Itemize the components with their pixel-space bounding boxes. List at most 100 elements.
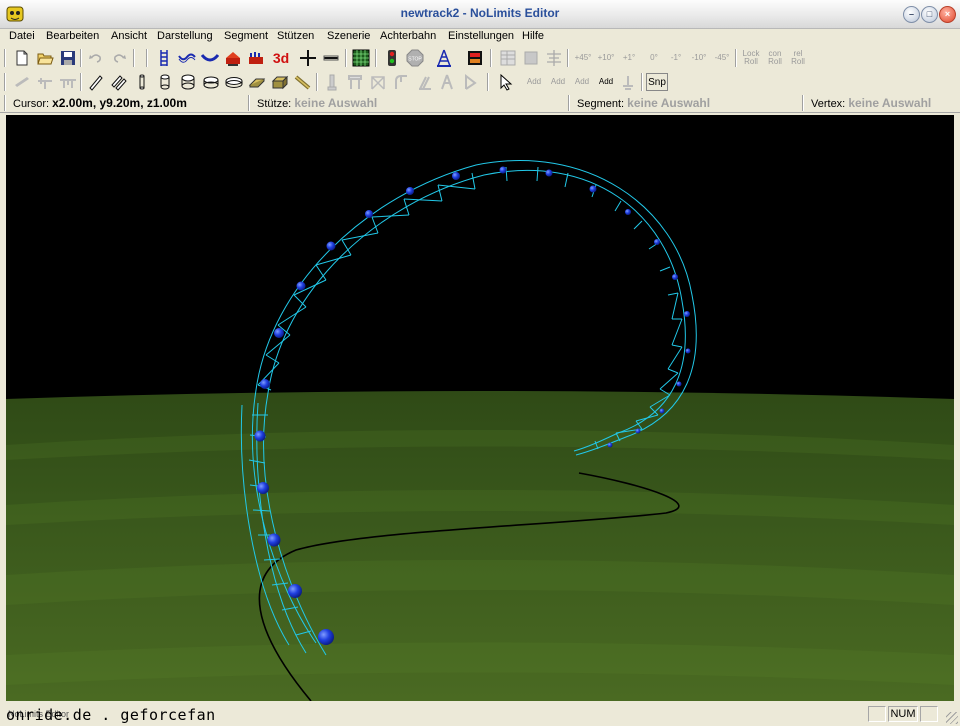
ground-anchor-button[interactable]	[618, 72, 638, 92]
track-scene[interactable]	[6, 115, 954, 701]
flat-disc-button[interactable]	[224, 72, 244, 92]
track-node[interactable]	[274, 328, 284, 338]
pillar-button[interactable]	[322, 72, 342, 92]
track-node[interactable]	[326, 241, 336, 251]
roll-zero-button[interactable]: 0°	[642, 48, 666, 68]
add-node-button-2[interactable]: Add	[546, 72, 570, 92]
track-node[interactable]	[406, 187, 414, 195]
track-node[interactable]	[659, 408, 665, 414]
roll-plus45-button[interactable]: +45°	[571, 48, 595, 68]
track-node[interactable]	[365, 210, 373, 218]
menu-einstellungen[interactable]: Einstellungen	[447, 30, 515, 42]
snap-toggle-button[interactable]: Snp	[646, 73, 668, 91]
track-node[interactable]	[672, 274, 678, 280]
roll-plus10-button[interactable]: +10°	[594, 48, 618, 68]
track-node[interactable]	[545, 169, 553, 177]
menu-hilfe[interactable]: Hilfe	[521, 30, 545, 42]
view-3d-button[interactable]: 3d	[270, 48, 292, 68]
track-node[interactable]	[684, 311, 690, 317]
track-straight-button[interactable]	[154, 48, 174, 68]
menu-stuetzen[interactable]: Stützen	[276, 30, 315, 42]
stop-button[interactable]: STOP	[405, 48, 425, 68]
pencil-button[interactable]	[86, 72, 106, 92]
add-node-button-3[interactable]: Add	[570, 72, 594, 92]
plate-button[interactable]	[247, 72, 267, 92]
menu-bearbeiten[interactable]: Bearbeiten	[45, 30, 100, 42]
save-button[interactable]	[58, 48, 78, 68]
a-frame-button[interactable]	[437, 72, 457, 92]
support-tool-2-button[interactable]	[35, 72, 55, 92]
wide-tube-button[interactable]	[178, 72, 198, 92]
menu-achterbahn[interactable]: Achterbahn	[379, 30, 437, 42]
roll-plus1-button[interactable]: +1°	[617, 48, 641, 68]
arch-button[interactable]	[368, 72, 388, 92]
add-node-button-1[interactable]: Add	[522, 72, 546, 92]
a-frame-icon	[441, 74, 453, 90]
track-node[interactable]	[685, 348, 691, 354]
track-wave-button[interactable]	[177, 48, 197, 68]
roll-minus10-button[interactable]: -10°	[687, 48, 711, 68]
track-node[interactable]	[254, 430, 266, 442]
con-roll-button[interactable]: con Roll	[763, 48, 787, 68]
track-node[interactable]	[676, 381, 682, 387]
resize-grip[interactable]	[946, 712, 958, 724]
bent-support-button[interactable]	[391, 72, 411, 92]
track-node[interactable]	[499, 166, 507, 174]
track-node[interactable]	[452, 172, 460, 180]
add-node-button-4[interactable]: Add	[594, 72, 618, 92]
track-valley-button[interactable]	[200, 48, 220, 68]
track-node[interactable]	[296, 281, 306, 291]
properties-button[interactable]	[498, 48, 518, 68]
disc-button[interactable]	[201, 72, 221, 92]
lock-roll-button[interactable]: Lock Roll	[739, 48, 763, 68]
scenery-object-button[interactable]	[465, 48, 485, 68]
close-button[interactable]: ×	[939, 6, 956, 23]
block-brake-button[interactable]	[382, 48, 402, 68]
track-node[interactable]	[260, 379, 270, 389]
track-node[interactable]	[318, 629, 334, 645]
station-button[interactable]	[223, 48, 243, 68]
rail-button[interactable]	[293, 72, 313, 92]
open-file-button[interactable]	[35, 48, 55, 68]
transfer-button[interactable]	[246, 48, 266, 68]
roll-minus45-button[interactable]: -45°	[710, 48, 734, 68]
track-node[interactable]	[288, 584, 302, 598]
twin-pillar-button[interactable]	[345, 72, 365, 92]
lean-support-button[interactable]	[414, 72, 434, 92]
select-pointer-button[interactable]	[496, 72, 516, 92]
align-button[interactable]	[544, 48, 564, 68]
3d-viewport[interactable]	[6, 115, 954, 701]
support-tool-1-button[interactable]	[12, 72, 32, 92]
half-arch-button[interactable]	[460, 72, 480, 92]
title-bar[interactable]: newtrack2 - NoLimits Editor – □ ×	[0, 0, 960, 29]
grid-toggle-button[interactable]	[351, 48, 371, 68]
menu-datei[interactable]: Datei	[8, 30, 36, 42]
undo-button[interactable]	[86, 48, 106, 68]
remove-vertex-button[interactable]	[321, 48, 341, 68]
track-node[interactable]	[257, 482, 269, 494]
redo-button[interactable]	[109, 48, 129, 68]
maximize-button[interactable]: □	[921, 6, 938, 23]
menu-ansicht[interactable]: Ansicht	[110, 30, 148, 42]
menu-darstellung[interactable]: Darstellung	[156, 30, 214, 42]
minimize-button[interactable]: –	[903, 6, 920, 23]
tube-button[interactable]	[155, 72, 175, 92]
support-tower-button[interactable]	[434, 48, 454, 68]
track-node[interactable]	[589, 185, 597, 193]
double-pencil-button[interactable]	[109, 72, 129, 92]
track-node[interactable]	[607, 442, 613, 448]
track-node[interactable]	[625, 209, 631, 215]
menu-segment[interactable]: Segment	[223, 30, 269, 42]
roll-minus1-button[interactable]: -1°	[664, 48, 688, 68]
track-node[interactable]	[635, 428, 641, 434]
track-node[interactable]	[654, 239, 660, 245]
add-vertex-button[interactable]	[298, 48, 318, 68]
box-button[interactable]	[270, 72, 290, 92]
support-tool-3-button[interactable]	[58, 72, 78, 92]
rel-roll-button[interactable]: rel Roll	[786, 48, 810, 68]
thin-tube-button[interactable]	[132, 72, 152, 92]
track-node[interactable]	[267, 533, 281, 547]
menu-szenerie[interactable]: Szenerie	[326, 30, 371, 42]
blank-button[interactable]	[521, 48, 541, 68]
new-file-button[interactable]	[12, 48, 32, 68]
